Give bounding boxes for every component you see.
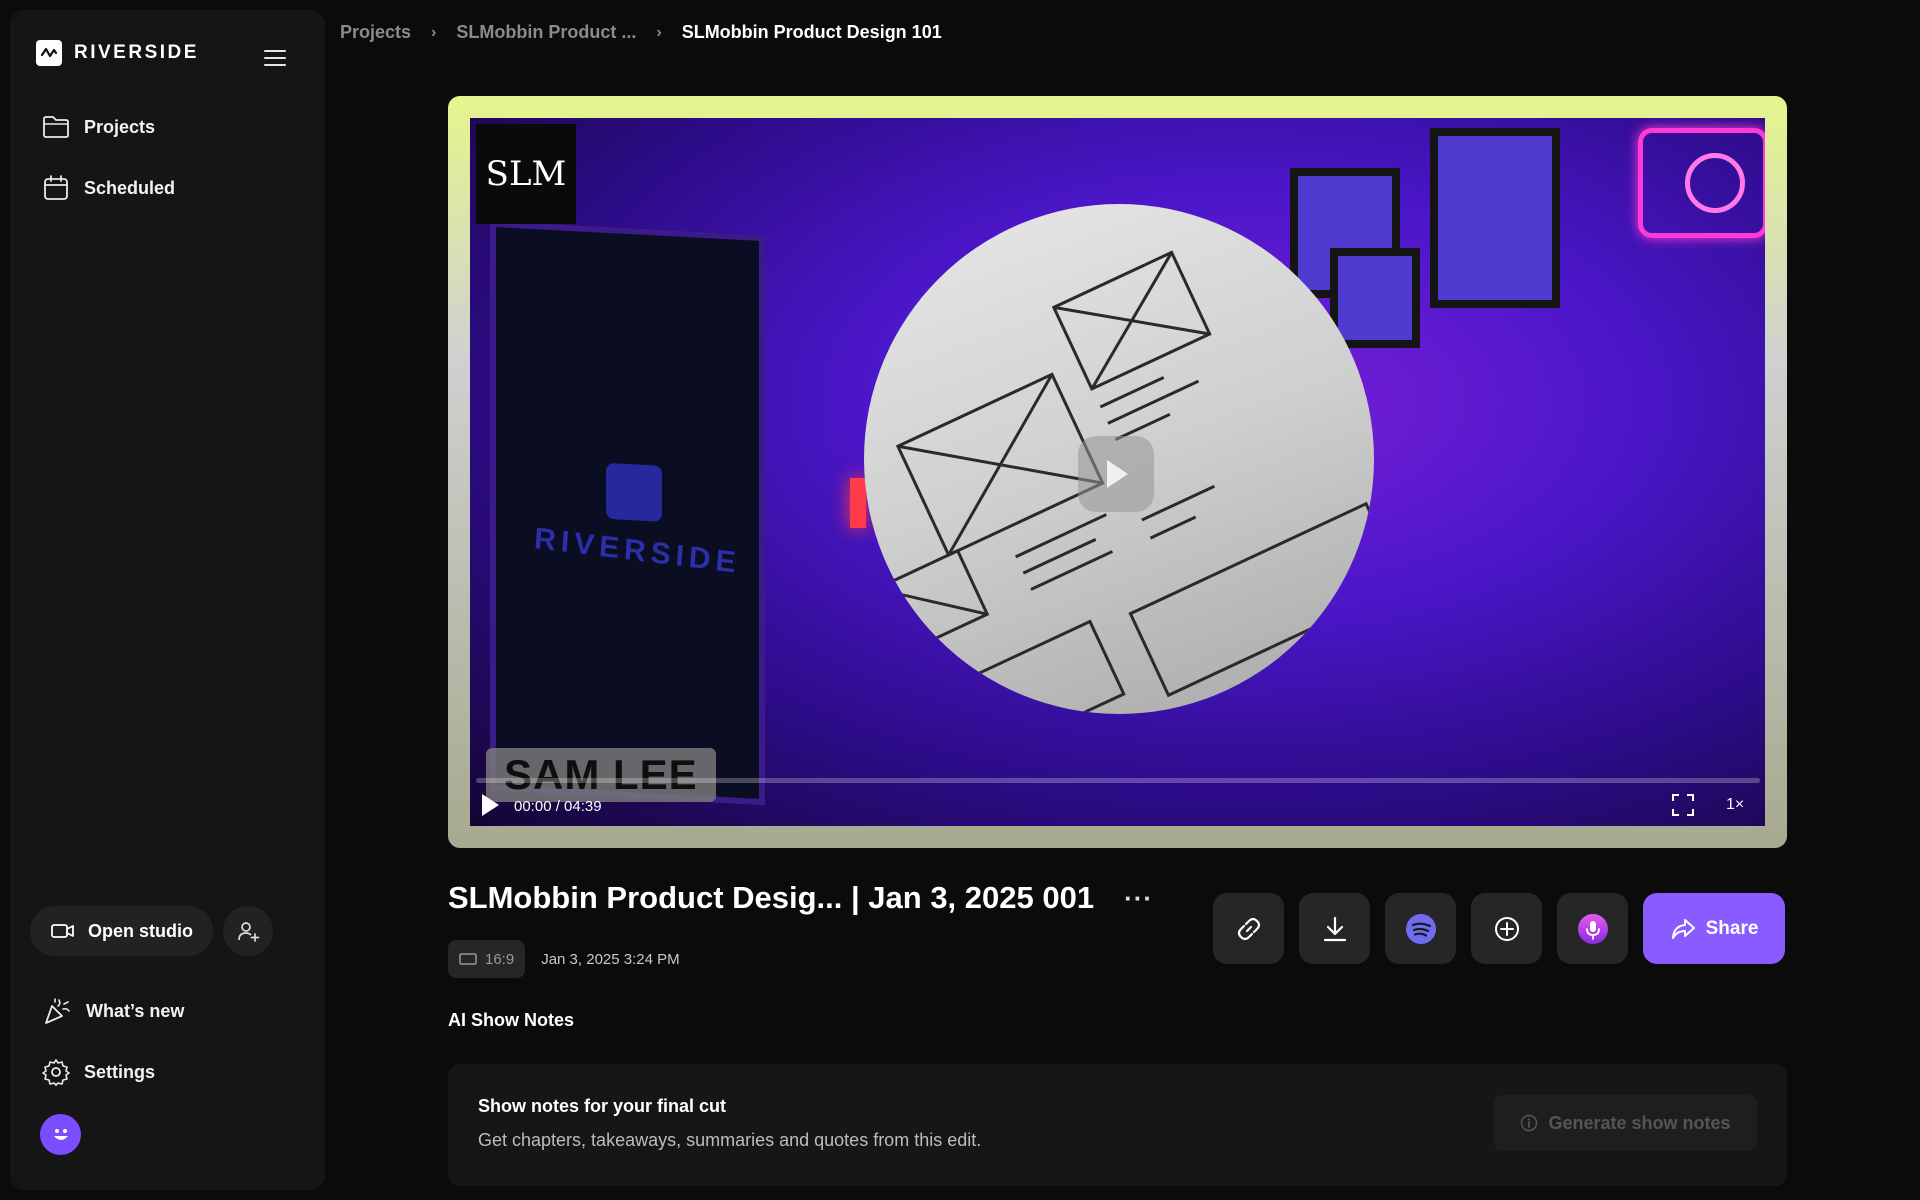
action-buttons: Share <box>1213 893 1785 964</box>
sidebar-item-whats-new[interactable]: What’s new <box>28 986 308 1036</box>
fullscreen-button[interactable] <box>1670 792 1696 823</box>
download-button[interactable] <box>1299 893 1370 964</box>
progress-bar[interactable] <box>476 778 1760 783</box>
brand[interactable]: RIVERSIDE <box>36 40 199 66</box>
riverside-logo-icon <box>36 40 62 66</box>
copy-link-button[interactable] <box>1213 893 1284 964</box>
video-frame: RIVERSIDE SLM SAM LEE 00:00 / 04:39 1× <box>448 96 1787 848</box>
project-title: SLMobbin Product Desig... | Jan 3, 2025 … <box>448 880 1095 915</box>
add-user-icon <box>238 922 260 942</box>
info-icon <box>1521 1114 1538 1132</box>
playback-speed-button[interactable]: 1× <box>1726 796 1744 814</box>
plus-circle-icon <box>1494 916 1519 941</box>
app-root: RIVERSIDE Projects Scheduled Open studio <box>0 0 1920 1200</box>
breadcrumb-project[interactable]: SLMobbin Product ... <box>456 22 636 43</box>
play-button[interactable] <box>478 792 502 823</box>
invite-user-button[interactable] <box>223 906 273 956</box>
chevron-right-icon: › <box>431 23 437 41</box>
sidebar-item-scheduled[interactable]: Scheduled <box>28 163 308 213</box>
sidebar-item-projects[interactable]: Projects <box>28 102 308 152</box>
sidebar-item-label: Projects <box>84 116 156 137</box>
project-meta: 16:9 Jan 3, 2025 3:24 PM <box>448 940 680 978</box>
sidebar-item-label: What’s new <box>86 1000 185 1021</box>
breadcrumb-current: SLMobbin Product Design 101 <box>681 22 942 42</box>
chevron-right-icon: › <box>656 23 662 41</box>
aspect-ratio-icon <box>459 953 477 965</box>
smiley-icon <box>53 1128 68 1140</box>
share-label: Share <box>1705 917 1759 939</box>
play-icon <box>482 794 499 816</box>
sidebar-item-label: Settings <box>84 1061 156 1082</box>
hamburger-icon <box>264 50 286 66</box>
video-player[interactable]: RIVERSIDE SLM SAM LEE 00:00 / 04:39 1× <box>470 118 1765 826</box>
open-studio-label: Open studio <box>88 920 193 941</box>
menu-toggle-button[interactable] <box>260 46 290 70</box>
generate-label: Generate show notes <box>1548 1112 1731 1133</box>
breadcrumb-projects[interactable]: Projects <box>340 22 411 43</box>
aspect-ratio-label: 16:9 <box>485 950 515 968</box>
center-play-button[interactable] <box>1078 436 1154 512</box>
sidebar-bottom-nav: What’s new Settings <box>28 986 308 1108</box>
link-icon <box>1237 917 1260 940</box>
avatar[interactable] <box>40 1114 81 1155</box>
calendar-icon <box>44 175 68 200</box>
wall-frame <box>1430 128 1560 308</box>
brand-name: RIVERSIDE <box>74 42 199 63</box>
red-light <box>850 478 866 528</box>
more-options-button[interactable]: ··· <box>1124 883 1153 914</box>
share-arrow-icon <box>1671 918 1695 939</box>
podcast-icon <box>1577 913 1608 944</box>
sidebar-item-label: Scheduled <box>84 177 176 198</box>
open-studio-button[interactable]: Open studio <box>30 906 213 956</box>
play-icon <box>1107 460 1128 488</box>
show-notes-title: Show notes for your final cut <box>478 1096 727 1116</box>
gear-icon <box>42 1059 70 1086</box>
neon-camera-sign <box>1638 128 1765 238</box>
download-icon <box>1323 916 1346 941</box>
share-button[interactable]: Share <box>1643 893 1785 964</box>
ai-show-notes-heading: AI Show Notes <box>448 1010 575 1030</box>
poster-logo-icon <box>606 462 662 522</box>
poster-text: RIVERSIDE <box>533 522 742 581</box>
spotify-icon <box>1405 913 1436 944</box>
video-camera-icon <box>51 924 74 938</box>
created-date: Jan 3, 2025 3:24 PM <box>541 950 680 968</box>
sidebar-nav: Projects Scheduled <box>28 102 308 224</box>
show-notes-card: Show notes for your final cut Get chapte… <box>448 1064 1787 1186</box>
slm-logo-badge: SLM <box>476 124 576 224</box>
party-popper-icon <box>45 998 70 1024</box>
show-notes-description: Get chapters, takeaways, summaries and q… <box>478 1130 982 1150</box>
breadcrumb: Projects › SLMobbin Product ... › SLMobb… <box>340 22 942 43</box>
publish-button[interactable] <box>1471 893 1542 964</box>
studio-row: Open studio <box>30 906 273 956</box>
podcasts-button[interactable] <box>1557 893 1628 964</box>
project-title-row: SLMobbin Product Desig... | Jan 3, 2025 … <box>448 880 1153 916</box>
fullscreen-icon <box>1672 794 1694 816</box>
video-controls: 00:00 / 04:39 1× <box>470 790 1765 824</box>
background-poster: RIVERSIDE <box>490 220 765 806</box>
spotify-button[interactable] <box>1385 893 1456 964</box>
sidebar-item-settings[interactable]: Settings <box>28 1047 308 1097</box>
sidebar: RIVERSIDE Projects Scheduled Open studio <box>10 10 325 1190</box>
wall-frame <box>1330 248 1420 348</box>
time-display: 00:00 / 04:39 <box>514 798 602 815</box>
aspect-ratio-chip: 16:9 <box>448 940 526 978</box>
generate-show-notes-button[interactable]: Generate show notes <box>1494 1095 1757 1151</box>
folder-icon <box>43 116 69 138</box>
